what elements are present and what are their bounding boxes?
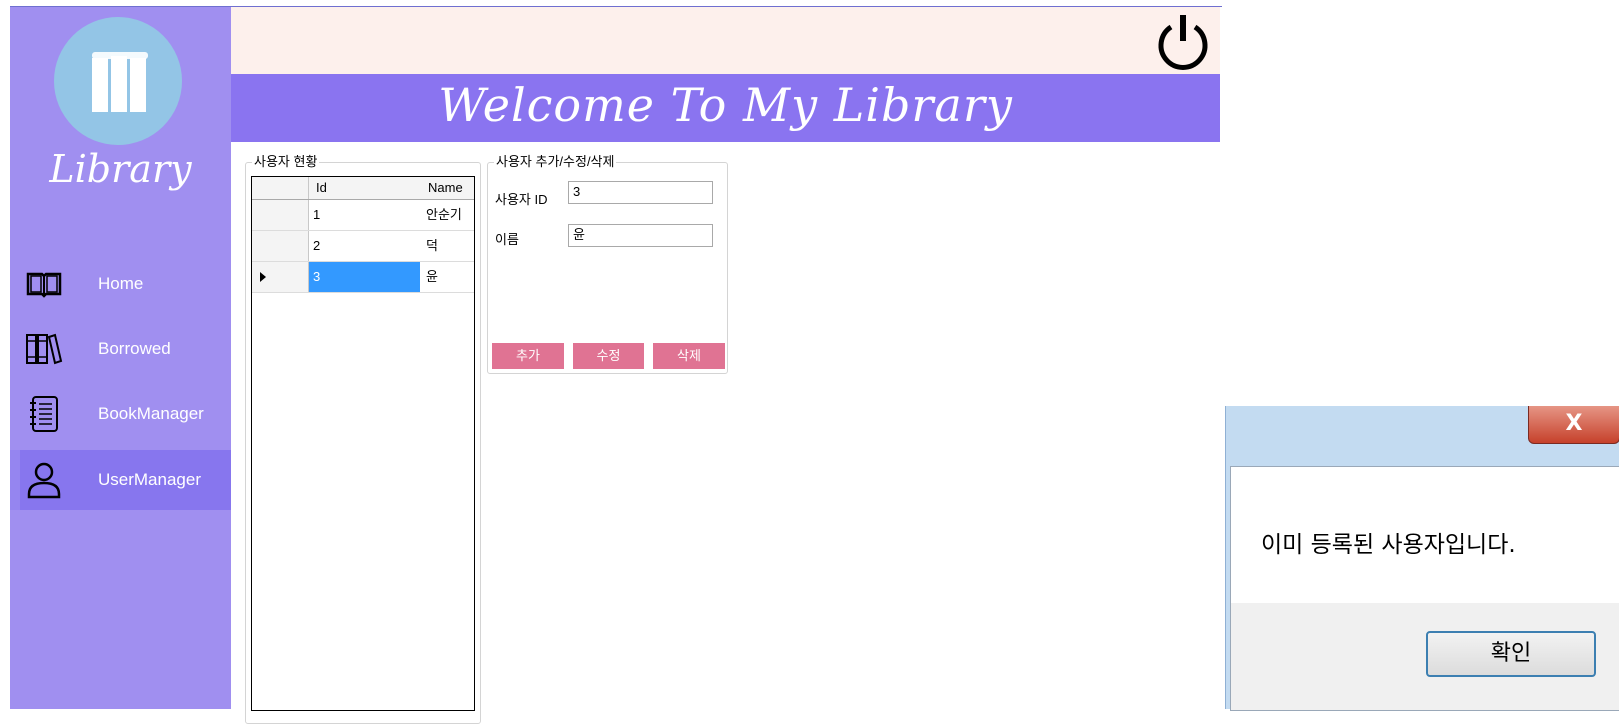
banner-title: Welcome To My Library	[438, 78, 1013, 132]
user-list-title: 사용자 현황	[252, 154, 320, 170]
row-header[interactable]	[252, 231, 309, 261]
cell-id[interactable]: 1	[309, 200, 420, 230]
column-header-name[interactable]: Name	[428, 180, 463, 195]
delete-button[interactable]: 삭제	[653, 343, 725, 369]
notebook-icon	[24, 394, 64, 434]
sidebar: Library Home Borrowed BookManager UserMa…	[10, 7, 231, 709]
user-id-label: 사용자 ID	[495, 192, 548, 207]
edit-button[interactable]: 수정	[573, 343, 644, 369]
welcome-banner: Welcome To My Library	[231, 74, 1220, 142]
name-label: 이름	[495, 232, 519, 247]
close-button[interactable]: X	[1528, 406, 1619, 444]
message-dialog: X 이미 등록된 사용자입니다. 확인	[1225, 406, 1619, 711]
name-field[interactable]: 윤	[568, 224, 713, 247]
sidebar-item-label: UserManager	[98, 470, 201, 489]
dialog-footer: 확인	[1231, 603, 1619, 710]
column-header-id[interactable]: Id	[316, 180, 327, 195]
cell-id[interactable]: 2	[309, 231, 420, 261]
user-grid[interactable]: Id Name 1 안순기 2 덕 3 윤	[251, 176, 475, 711]
row-header[interactable]	[252, 200, 309, 230]
sidebar-item-usermanager[interactable]: UserManager	[10, 450, 231, 510]
grid-header: Id Name	[252, 177, 474, 200]
cell-id[interactable]: 3	[309, 262, 420, 292]
sidebar-item-bookmanager[interactable]: BookManager	[10, 384, 231, 444]
cell-name[interactable]: 안순기	[420, 200, 474, 230]
table-row[interactable]: 1 안순기	[252, 200, 474, 231]
add-button[interactable]: 추가	[492, 343, 564, 369]
books-icon	[24, 329, 64, 369]
sidebar-item-label: Home	[98, 274, 144, 293]
open-book-icon	[24, 264, 64, 304]
row-header[interactable]	[252, 262, 309, 292]
dialog-body: 이미 등록된 사용자입니다. 확인	[1230, 466, 1619, 711]
cell-name[interactable]: 덕	[420, 231, 474, 261]
row-header-corner	[252, 177, 309, 199]
power-icon[interactable]	[1153, 13, 1213, 73]
logo-text: Library	[49, 147, 192, 191]
user-icon	[24, 460, 64, 500]
current-row-arrow-icon	[260, 272, 266, 282]
ok-button[interactable]: 확인	[1426, 631, 1596, 677]
sidebar-item-label: Borrowed	[98, 339, 171, 358]
sidebar-item-borrowed[interactable]: Borrowed	[10, 319, 231, 379]
cell-name[interactable]: 윤	[420, 262, 474, 292]
table-row[interactable]: 2 덕	[252, 231, 474, 262]
dialog-message: 이미 등록된 사용자입니다.	[1261, 532, 1516, 558]
user-form-title: 사용자 추가/수정/삭제	[494, 154, 617, 170]
sidebar-item-label: BookManager	[98, 404, 204, 423]
sidebar-item-home[interactable]: Home	[10, 254, 231, 314]
user-id-field[interactable]: 3	[568, 181, 713, 204]
library-logo-icon	[92, 52, 148, 112]
table-row[interactable]: 3 윤	[252, 262, 474, 293]
header-bar	[231, 7, 1220, 74]
